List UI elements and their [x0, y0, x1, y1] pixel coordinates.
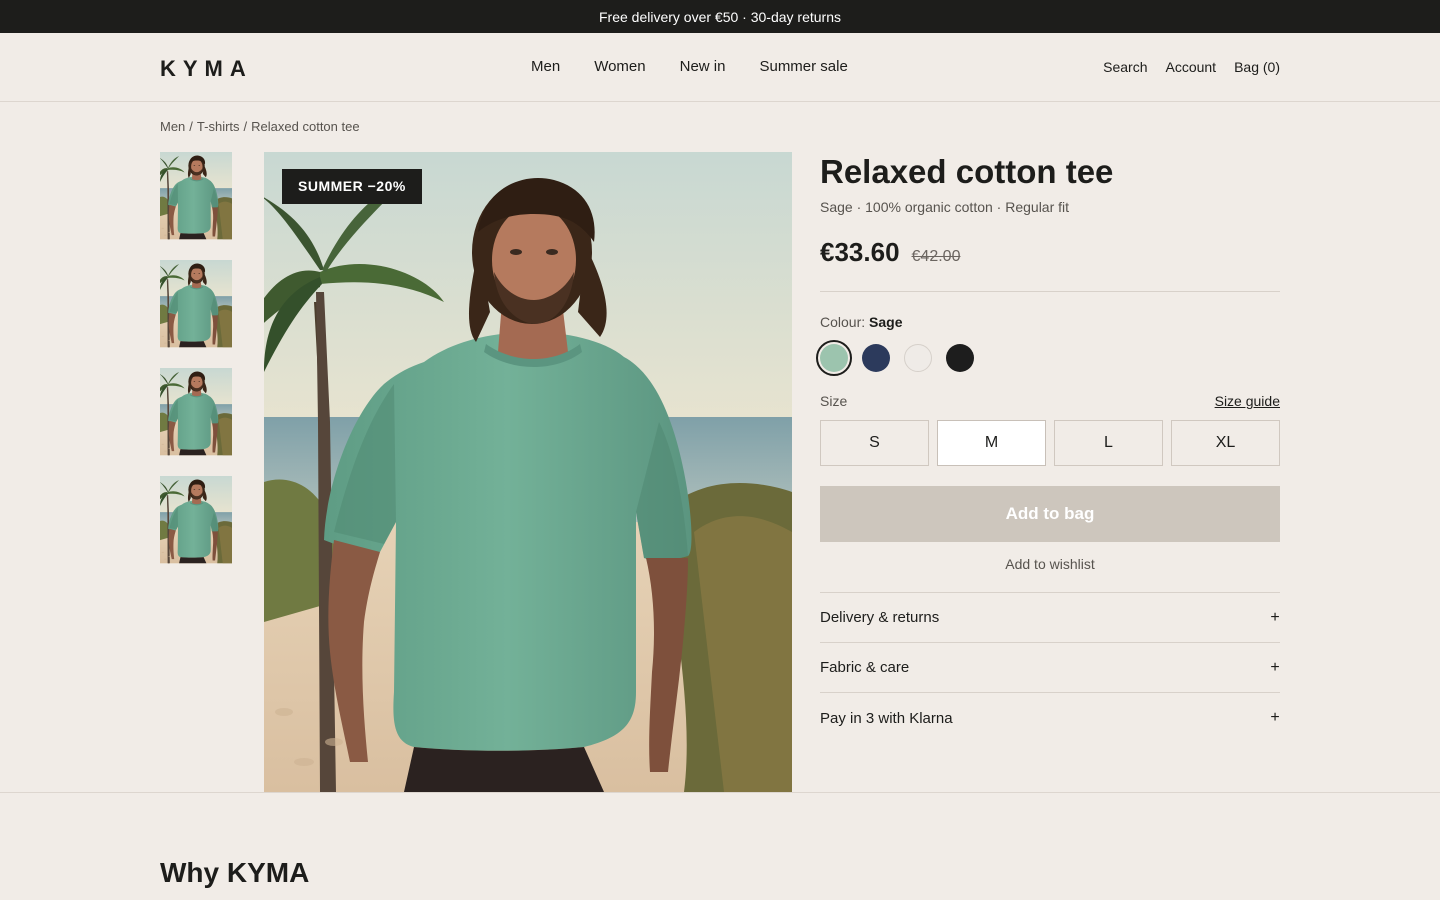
colour-label: Colour: Sage — [820, 314, 1280, 330]
breadcrumb-tshirts[interactable]: T-shirts — [197, 119, 240, 134]
product-subtitle: Sage · 100% organic cotton · Regular fit — [820, 199, 1070, 215]
original-price: €42.00 — [911, 248, 961, 265]
search-link[interactable]: Search — [1103, 59, 1147, 75]
plus-icon: + — [1270, 709, 1280, 726]
accordion-delivery-returns[interactable]: Delivery & returns + — [820, 593, 1280, 643]
main-nav: Men Women New in Summer sale — [531, 58, 848, 75]
thumbnail-4[interactable] — [160, 476, 232, 572]
product-info: Relaxed cotton tee Sage · 100% organic c… — [816, 152, 1280, 743]
divider — [820, 291, 1280, 292]
breadcrumb-separator: / — [243, 119, 248, 134]
accordion-label: Delivery & returns — [820, 609, 940, 626]
thumbnail-3[interactable] — [160, 368, 232, 464]
nav-women[interactable]: Women — [594, 58, 645, 75]
plus-icon: + — [1270, 658, 1280, 676]
accordion-fabric-care[interactable]: Fabric & care + — [820, 643, 1280, 693]
product-title: Relaxed cotton tee — [820, 153, 1114, 190]
account-link[interactable]: Account — [1165, 59, 1216, 75]
colour-swatches — [816, 340, 1280, 376]
accordion-label: Fabric & care — [820, 659, 910, 676]
thumbnail-list — [160, 152, 232, 572]
size-xl-button[interactable]: XL — [1171, 420, 1280, 466]
size-options: S M L XL — [820, 420, 1280, 466]
info-accordion: Delivery & returns + Fabric & care + Pay… — [820, 592, 1280, 743]
price-row: €33.60 €42.00 — [820, 237, 1280, 271]
announcement-bar: Free delivery over €50 · 30-day returns — [0, 0, 1440, 33]
colour-label-text: Colour: — [820, 314, 866, 330]
size-s-button[interactable]: S — [820, 420, 929, 466]
section-title: Why KYMA — [160, 857, 310, 888]
breadcrumb: Men / T-shirts / Relaxed cotton tee — [160, 119, 360, 134]
thumbnail-1[interactable] — [160, 152, 232, 248]
nav-men[interactable]: Men — [531, 58, 560, 75]
section-divider — [0, 792, 1440, 793]
size-m-button[interactable]: M — [937, 420, 1046, 466]
swatch-navy[interactable] — [862, 344, 890, 372]
accordion-klarna[interactable]: Pay in 3 with Klarna + — [820, 693, 1280, 743]
size-l-button[interactable]: L — [1054, 420, 1163, 466]
thumbnail-2[interactable] — [160, 260, 232, 356]
site-header: KYMA Men Women New in Summer sale Search… — [0, 33, 1440, 102]
colour-selected-name: Sage — [869, 314, 903, 330]
size-header: Size Size guide — [820, 393, 1280, 409]
sale-badge: SUMMER −20% — [282, 169, 422, 204]
announcement-text: Free delivery over €50 · 30-day returns — [599, 8, 841, 25]
current-price: €33.60 — [820, 237, 900, 267]
breadcrumb-current: Relaxed cotton tee — [251, 119, 360, 134]
size-guide-link[interactable]: Size guide — [1215, 393, 1280, 409]
swatch-white[interactable] — [904, 344, 932, 372]
size-label: Size — [820, 393, 848, 409]
bag-link[interactable]: Bag (0) — [1234, 59, 1280, 75]
swatch-black[interactable] — [946, 344, 974, 372]
plus-icon: + — [1270, 608, 1280, 626]
product-main-image[interactable]: SUMMER −20% — [264, 152, 792, 792]
breadcrumb-men[interactable]: Men — [160, 119, 185, 134]
add-to-bag-button[interactable]: Add to bag — [820, 486, 1280, 542]
utility-nav: Search Account Bag (0) — [1103, 59, 1280, 75]
accordion-label: Pay in 3 with Klarna — [820, 709, 953, 727]
nav-summer-sale[interactable]: Summer sale — [759, 58, 847, 75]
nav-new-in[interactable]: New in — [680, 58, 726, 75]
swatch-sage[interactable] — [816, 340, 852, 376]
logo[interactable]: KYMA — [160, 56, 253, 82]
add-to-wishlist-link[interactable]: Add to wishlist — [820, 556, 1280, 572]
breadcrumb-separator: / — [189, 119, 193, 134]
